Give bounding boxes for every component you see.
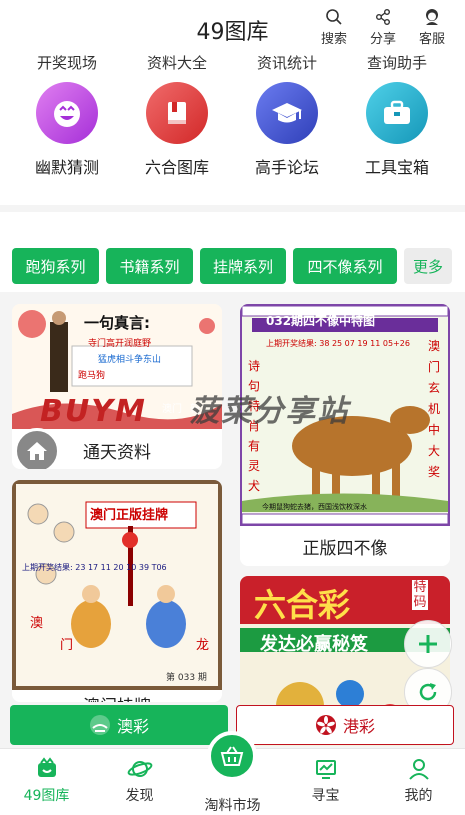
bottom-nav: 49图库 发现 淘料市场 寻宝 我的 (0, 731, 465, 815)
tab-guapai[interactable]: 挂牌系列 (200, 248, 286, 284)
toolbox-icon (366, 82, 428, 144)
guapai-issue: 第 033 期 (166, 673, 207, 683)
menu-label-toolbox: 工具宝箱 (364, 158, 429, 177)
add-icon (419, 635, 437, 653)
menu-label-gallery: 六合图库 (144, 158, 209, 177)
region-macau-label: 澳彩 (116, 717, 149, 736)
customer-service-icon (426, 9, 438, 25)
category-menu: 开奖现场 资料大全 资讯统计 查询助手 幽默猜测 六合图库 高手论坛 工具宝箱 (0, 50, 465, 205)
basket-button[interactable] (207, 731, 257, 781)
book-icon (146, 82, 208, 144)
nav-label-gallery: 49图库 (23, 788, 70, 804)
menu-link-ziliao[interactable]: 资料大全 (122, 52, 232, 73)
float-add-button[interactable] (404, 620, 452, 668)
card-caption-sibuxiang: 正版四不像 (302, 539, 388, 559)
region-macau-button[interactable]: 澳彩 (10, 705, 228, 745)
tongtian-line2: 猛虎相斗争东山 (98, 355, 162, 365)
tongtian-phrase-title: 一句真言: (84, 314, 150, 332)
card-sibuxiang[interactable]: 032期四不像中特图 上期开奖结果: 38 25 07 19 11 05+26 … (240, 304, 450, 566)
graduation-cap-icon (256, 82, 318, 144)
tab-shuji[interactable]: 书籍系列 (106, 248, 193, 284)
nav-label-discover: 发现 (125, 788, 154, 804)
menu-item-toolbox[interactable]: 工具宝箱 (342, 82, 452, 178)
nav-label-mine: 我的 (404, 788, 433, 804)
card-caption-tongtian: 通天资料 (83, 443, 151, 463)
top-header: 49图库 搜索 分享 客服 (0, 0, 465, 50)
guapai-char2: 门 (60, 638, 74, 653)
monitor-chart-icon (315, 760, 336, 779)
guapai-header: 澳门正版挂牌 (90, 508, 169, 523)
menu-link-kaijiang[interactable]: 开奖现场 (12, 52, 122, 73)
watermark: BUYM 菠菜分享站 (40, 386, 349, 430)
basket-icon (220, 746, 244, 766)
nav-item-treasure[interactable]: 寻宝 (279, 757, 372, 805)
sibuxiang-last-result: 上期开奖结果: 38 25 07 19 11 05+26 (266, 339, 410, 348)
guapai-char3: 龙 (196, 638, 210, 653)
share-label: 分享 (369, 32, 396, 47)
nav-label-market: 淘料市场 (204, 798, 261, 814)
sibuxiang-title: 032期四不像中特图 (266, 314, 376, 328)
tongtian-line1: 寺门高开润庭野 (88, 339, 152, 349)
nav-item-discover[interactable]: 发现 (93, 757, 186, 805)
planet-icon (127, 761, 152, 777)
nav-item-gallery[interactable]: 49图库 (0, 757, 93, 805)
menu-item-forum[interactable]: 高手论坛 (232, 82, 342, 178)
search-label: 搜索 (320, 32, 347, 47)
share-button[interactable]: 分享 (363, 8, 403, 47)
tongtian-line3: 跑马狗 (78, 371, 106, 381)
watermark-cn: 菠菜分享站 (189, 394, 350, 429)
smile-face-icon (36, 82, 98, 144)
hk-bauhinia-icon (315, 715, 336, 735)
menu-link-chaxun[interactable]: 查询助手 (342, 52, 452, 73)
sibuxiang-right-verse: 澳门玄机中大奖 (428, 339, 441, 479)
liuhecai-slogan: 发达必赢秘笈 (260, 634, 368, 655)
card-guapai[interactable]: 澳门正版挂牌 上期开奖结果: 23 17 11 20 10 39 T06 第 0… (12, 480, 222, 702)
tab-more[interactable]: 更多 (404, 248, 452, 284)
menu-item-guess[interactable]: 幽默猜测 (12, 82, 122, 178)
user-icon (408, 759, 429, 780)
sibuxiang-bottom-verse: 今期鼠狗蛇去猪，西国浅饮枚深水 (262, 503, 367, 511)
nav-item-market[interactable]: 淘料市场 (186, 795, 279, 815)
menu-link-zixun[interactable]: 资讯统计 (232, 52, 342, 73)
menu-label-forum: 高手论坛 (254, 158, 319, 177)
watermark-en: BUYM (40, 394, 147, 429)
guapai-last-result: 上期开奖结果: 23 17 11 20 10 39 T06 (22, 563, 167, 572)
refresh-icon (419, 683, 437, 701)
nav-item-mine[interactable]: 我的 (372, 757, 465, 805)
card-image-guapai: 澳门正版挂牌 上期开奖结果: 23 17 11 20 10 39 T06 第 0… (12, 480, 222, 690)
menu-label-guess: 幽默猜测 (34, 158, 99, 177)
tab-paogou[interactable]: 跑狗系列 (12, 248, 99, 284)
menu-item-gallery[interactable]: 六合图库 (122, 82, 232, 178)
search-button[interactable]: 搜索 (314, 8, 354, 47)
macau-flag-icon (89, 715, 110, 735)
liuhecai-title: 六合彩 (254, 586, 351, 624)
guapai-char1: 澳 (30, 616, 44, 631)
series-tab-bar: 跑狗系列 书籍系列 挂牌系列 四不像系列 更多 (0, 212, 465, 292)
gallery-home-icon (37, 757, 56, 777)
tab-sibuxiang[interactable]: 四不像系列 (293, 248, 397, 284)
search-icon (326, 9, 342, 25)
service-label: 客服 (418, 32, 445, 47)
liuhecai-tema: 特码 (412, 580, 428, 610)
share-icon (376, 9, 390, 25)
nav-label-treasure: 寻宝 (311, 788, 340, 804)
region-hk-label: 港彩 (342, 717, 375, 736)
region-hk-button[interactable]: 港彩 (236, 705, 454, 745)
app-screen: 49图库 搜索 分享 客服 开奖现场 资料大全 资讯统计 查询助手 幽默猜测 六… (0, 0, 465, 815)
card-caption-guapai: 澳门挂牌 (12, 692, 222, 702)
customer-service-button[interactable]: 客服 (412, 8, 452, 47)
